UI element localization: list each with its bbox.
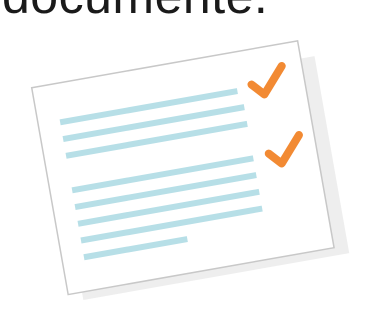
document-illustration [30, 39, 350, 301]
illustration-stage: documente. [0, 0, 374, 321]
document-icon [30, 39, 350, 301]
